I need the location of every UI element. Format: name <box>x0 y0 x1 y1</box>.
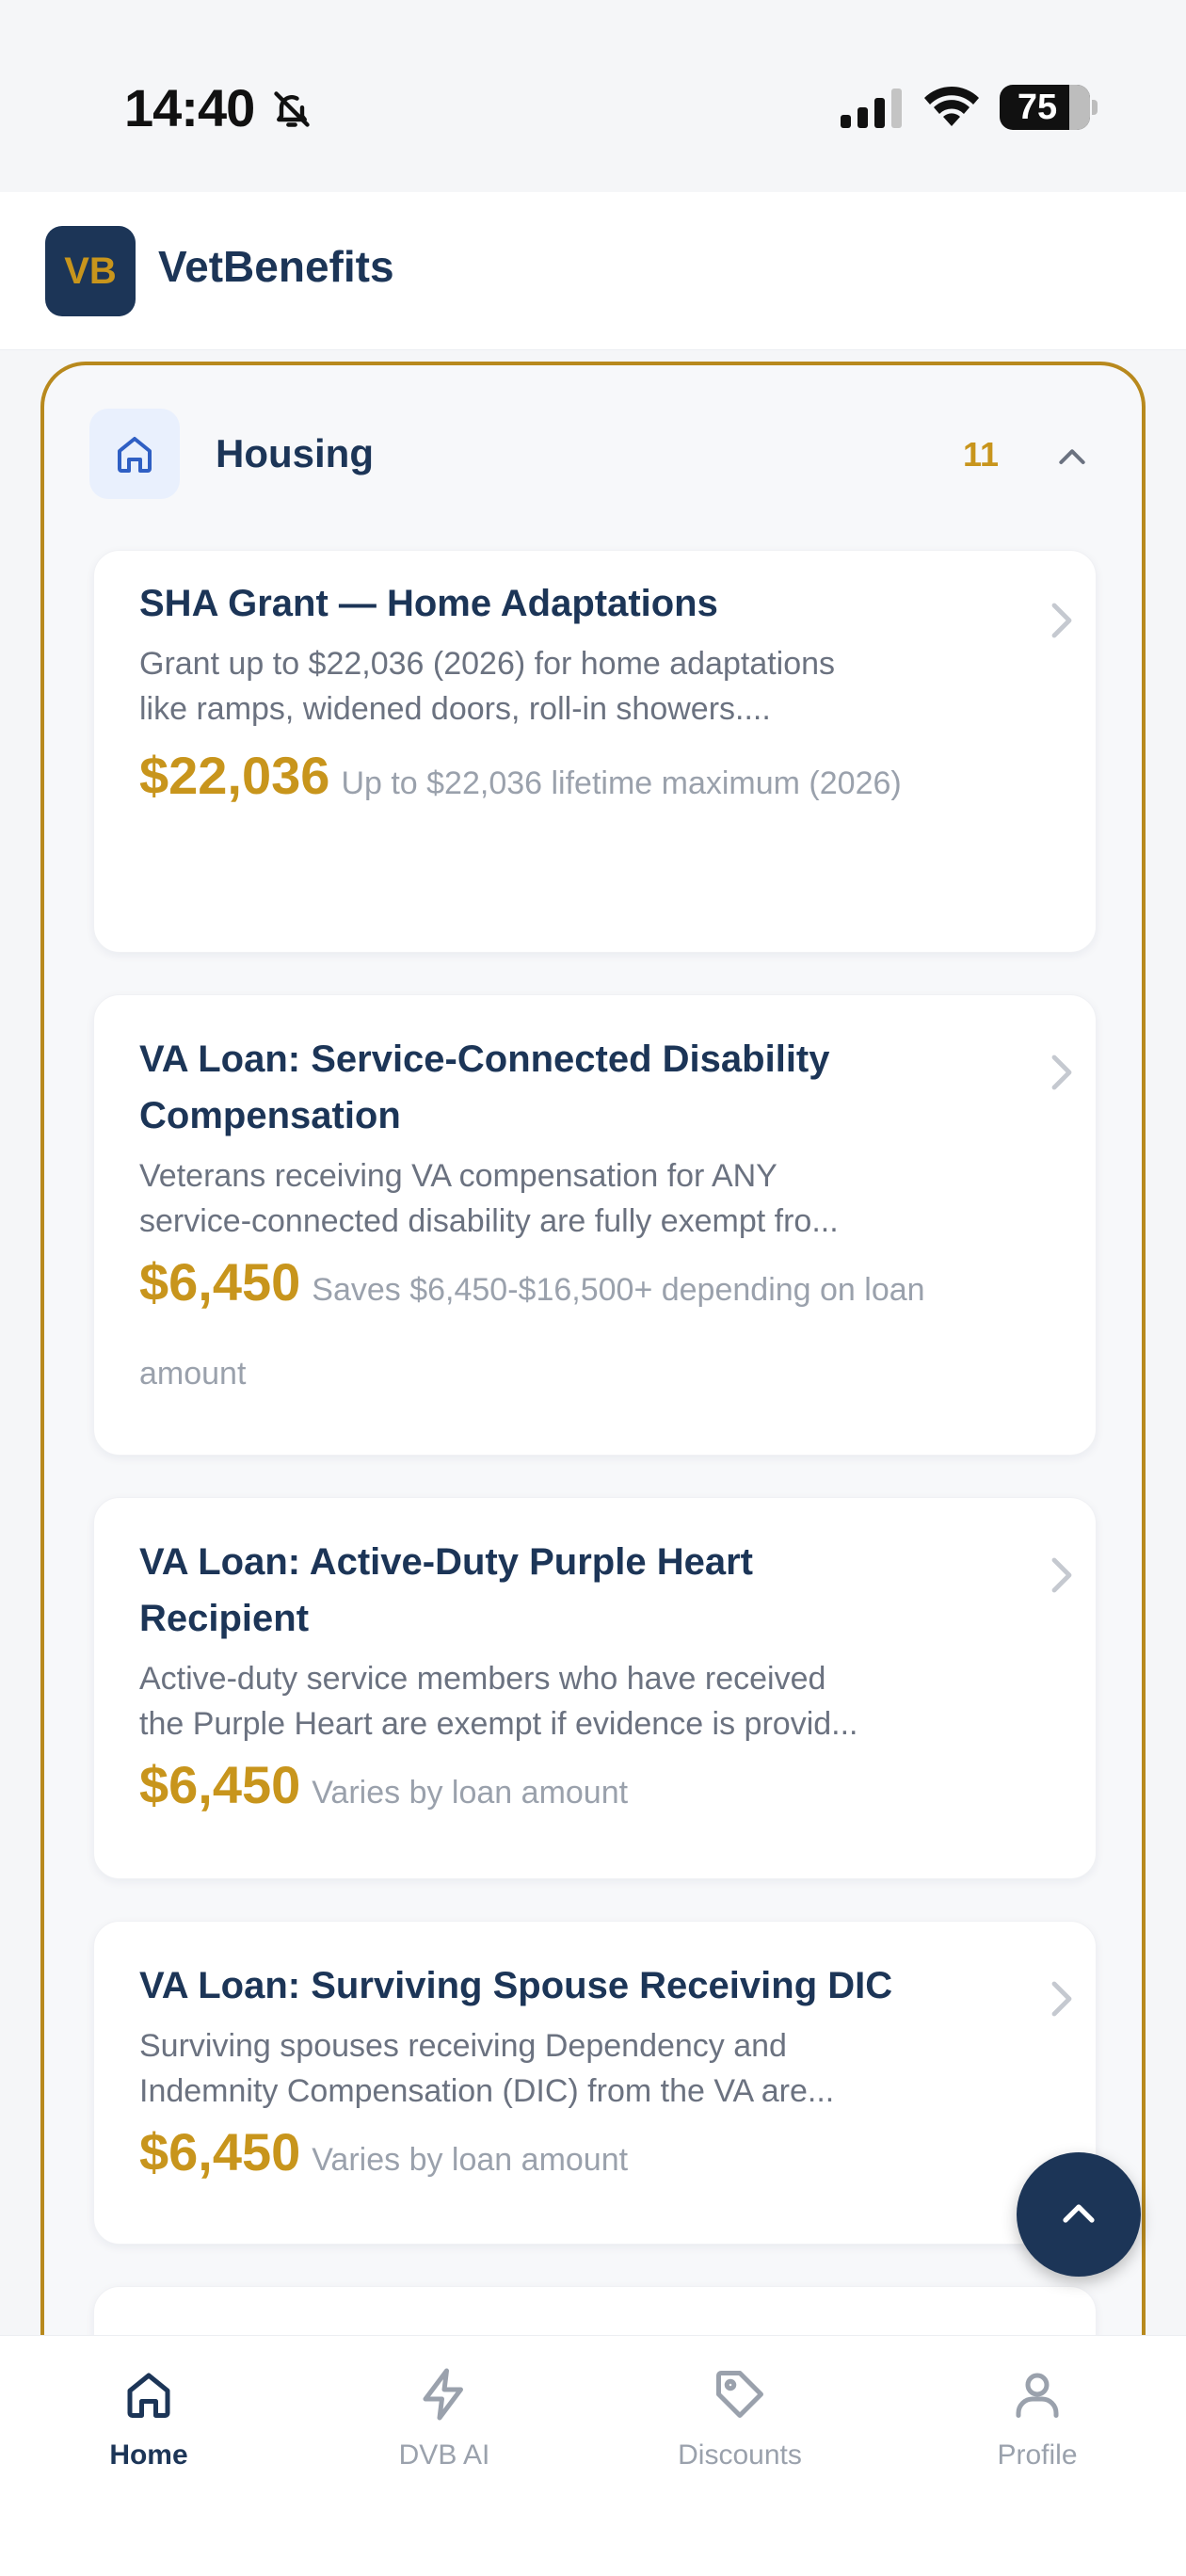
benefit-card[interactable]: VA Loan: Service-Connected Disability Co… <box>93 994 1097 1456</box>
section-title: Housing <box>216 431 374 475</box>
nav-label: Profile <box>997 2439 1078 2471</box>
cellular-signal-icon <box>841 89 902 128</box>
scroll-to-top-button[interactable] <box>1017 2152 1141 2277</box>
user-icon <box>1016 2373 1059 2418</box>
nav-discounts[interactable]: Discounts <box>636 2366 843 2498</box>
wifi-icon <box>924 86 979 126</box>
chevron-up-icon <box>1063 2204 1095 2223</box>
card-amount-row: $22,036 Up to $22,036 lifetime maximum (2… <box>139 737 1024 829</box>
card-note: Up to $22,036 lifetime maximum (2026) <box>341 765 902 801</box>
bell-muted-icon <box>274 91 310 127</box>
nav-label: Home <box>109 2439 188 2471</box>
card-amount: $22,036 <box>139 746 330 805</box>
battery-cap <box>1092 100 1098 115</box>
card-description: Veterans receiving VA compensation for A… <box>139 1158 839 1239</box>
chevron-right-icon <box>1051 603 1072 638</box>
card-amount: $6,450 <box>139 1252 301 1312</box>
card-title: VA Loan: Surviving Spouse Receiving DIC <box>139 1965 893 2006</box>
card-note: Varies by loan amount <box>312 1775 629 1811</box>
nav-label: DVB AI <box>398 2439 490 2471</box>
section-icon-box <box>89 409 180 499</box>
nav-home[interactable]: Home <box>45 2366 252 2498</box>
battery-level: 75 <box>1017 88 1058 127</box>
card-description: Active-duty service members who have rec… <box>139 1661 858 1742</box>
home-icon <box>118 437 152 473</box>
benefit-card[interactable]: VA Loan: Active-Duty Purple Heart Recipi… <box>93 1497 1097 1879</box>
card-description: Surviving spouses receiving Dependency a… <box>139 2028 835 2109</box>
card-description: Grant up to $22,036 (2026) for home adap… <box>139 646 836 727</box>
card-amount: $6,450 <box>139 2122 301 2182</box>
card-amount: $6,450 <box>139 1755 301 1814</box>
nav-dvb-ai[interactable]: DVB AI <box>341 2366 548 2498</box>
card-title: SHA Grant — Home Adaptations <box>139 583 718 624</box>
lightning-icon <box>423 2368 463 2421</box>
chevron-up-icon[interactable] <box>1053 439 1091 476</box>
chevron-right-icon <box>1051 1557 1072 1593</box>
card-title: VA Loan: Active-Duty Purple Heart Recipi… <box>139 1541 753 1639</box>
card-amount-row: $6,450 Saves $6,450-$16,500+ depending on… <box>139 1244 1024 1419</box>
app-header: VB VetBenefits <box>0 192 1186 350</box>
nav-label: Discounts <box>678 2439 802 2471</box>
status-bar: 14:40 75 <box>0 0 1186 192</box>
card-amount-row: $6,450 Varies by loan amount <box>139 1747 1024 1838</box>
card-note: Varies by loan amount <box>312 2142 629 2178</box>
benefit-card[interactable]: VA Loan: Surviving Spouse Receiving DIC … <box>93 1921 1097 2245</box>
battery-icon: 75 <box>1000 85 1090 130</box>
tag-icon <box>716 2371 763 2418</box>
home-icon <box>127 2373 170 2418</box>
benefit-card[interactable]: SHA Grant — Home Adaptations Grant up to… <box>93 550 1097 953</box>
chevron-right-icon <box>1051 1055 1072 1090</box>
bottom-nav: Home DVB AI Discounts Profile <box>0 2335 1186 2576</box>
chevron-right-icon <box>1051 1981 1072 2017</box>
status-time: 14:40 <box>124 78 255 137</box>
card-amount-row: $6,450 Varies by loan amount <box>139 2114 1024 2205</box>
section-count-badge: 11 <box>963 435 1000 474</box>
card-title: VA Loan: Service-Connected Disability Co… <box>139 1038 830 1136</box>
housing-section: Housing 11 SHA Grant — Home Adaptations … <box>40 362 1146 2527</box>
nav-profile[interactable]: Profile <box>934 2366 1141 2498</box>
app-logo: VB <box>45 226 136 316</box>
app-title: VetBenefits <box>158 242 394 291</box>
